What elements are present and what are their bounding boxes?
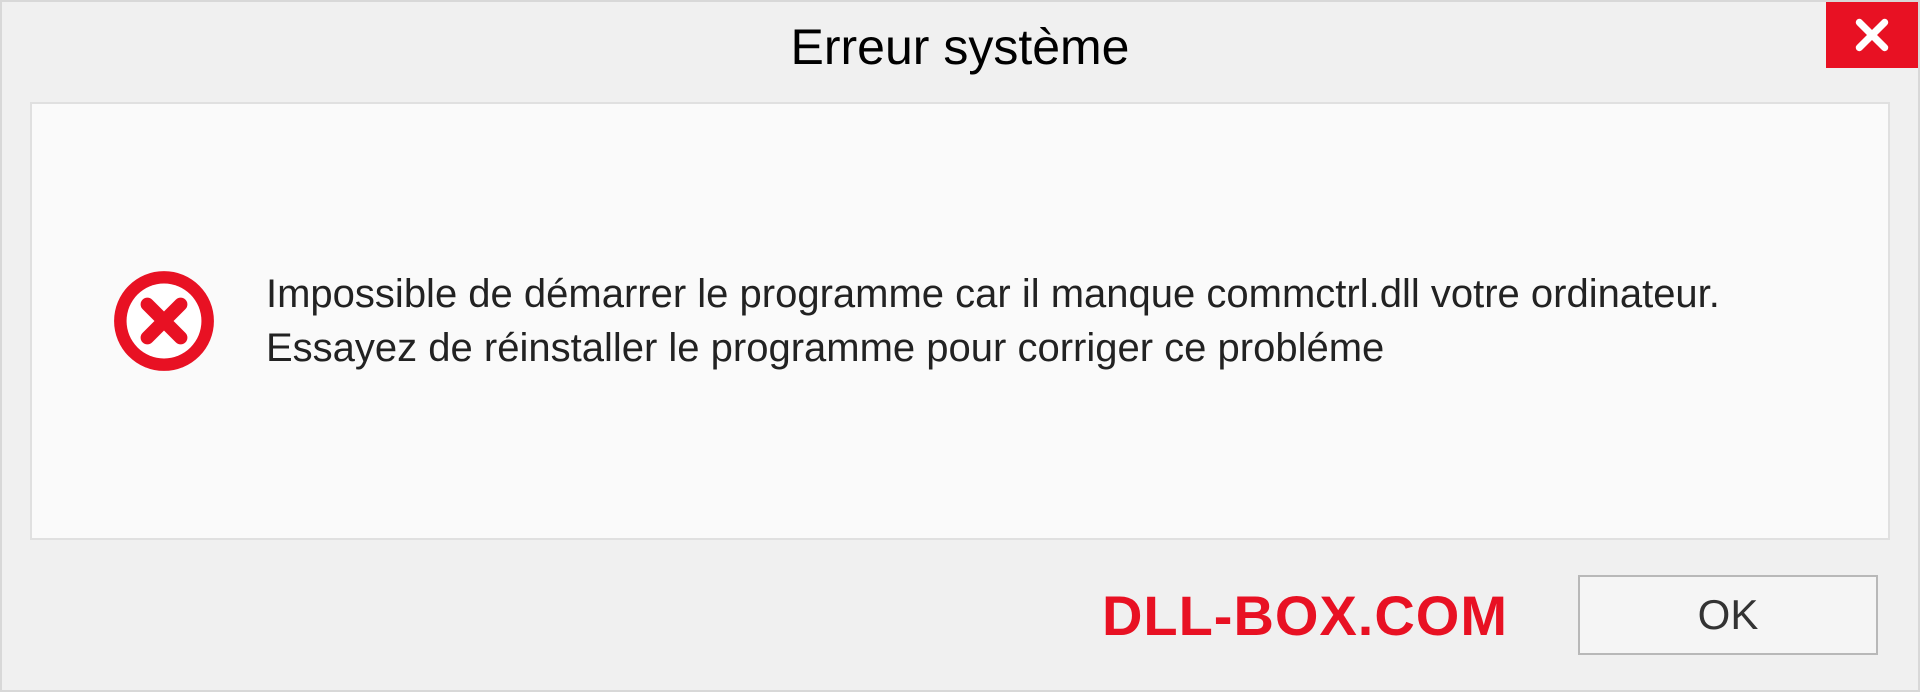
ok-button[interactable]: OK	[1578, 575, 1878, 655]
error-dialog: Erreur système Impossible de démarrer le…	[0, 0, 1920, 692]
error-icon	[112, 269, 216, 373]
dialog-title: Erreur système	[791, 18, 1130, 76]
content-area: Impossible de démarrer le programme car …	[30, 102, 1890, 540]
close-icon	[1853, 16, 1891, 54]
titlebar: Erreur système	[2, 2, 1918, 92]
watermark-text: DLL-BOX.COM	[1102, 583, 1508, 648]
close-button[interactable]	[1826, 2, 1918, 68]
dialog-footer: DLL-BOX.COM OK	[2, 540, 1918, 690]
error-message: Impossible de démarrer le programme car …	[266, 267, 1828, 375]
